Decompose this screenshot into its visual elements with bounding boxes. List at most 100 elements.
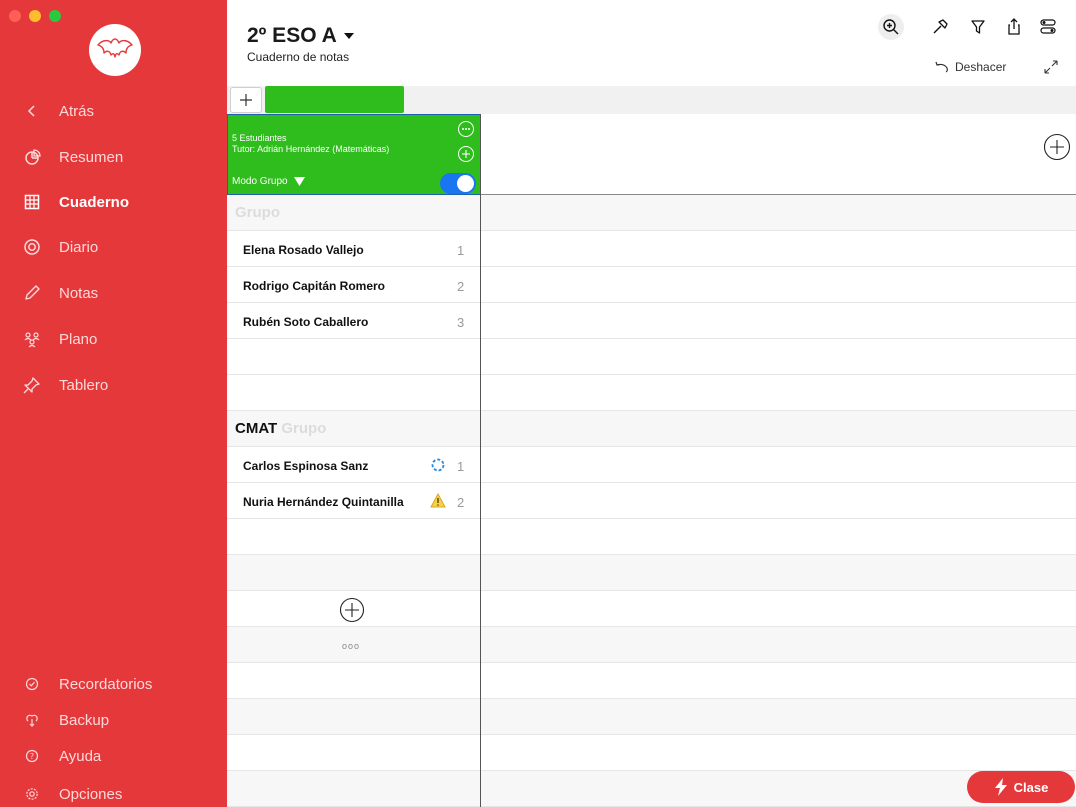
nav-backup[interactable]: Backup	[0, 703, 227, 737]
nav-label: Recordatorios	[59, 675, 153, 693]
nav-opciones[interactable]: Opciones	[0, 777, 227, 807]
nav-label: Plano	[59, 330, 98, 348]
group-mode-toggle[interactable]	[440, 173, 476, 194]
filter-icon	[971, 20, 985, 34]
empty-row	[227, 771, 1076, 807]
pie-chart-icon	[21, 146, 43, 168]
group-mode-label: Modo Grupo	[232, 176, 288, 187]
add-column-button[interactable]	[1043, 133, 1071, 166]
student-number: 2	[457, 279, 465, 294]
nav-label: Resumen	[59, 148, 124, 166]
group-header-row: Grupo	[227, 195, 1076, 231]
empty-row	[227, 375, 1076, 411]
empty-row	[227, 663, 1076, 699]
tab-active[interactable]	[265, 86, 404, 113]
more-options-dots[interactable]: ooo	[342, 641, 360, 651]
nav-cuaderno[interactable]: Cuaderno	[0, 185, 227, 219]
cloud-icon	[21, 709, 43, 731]
table-row[interactable]: Nuria Hernández Quintanilla 2	[227, 483, 1076, 519]
ellipsis-icon	[462, 128, 470, 130]
clase-button[interactable]: Clase	[967, 771, 1075, 803]
student-name: Rubén Soto Caballero	[243, 315, 369, 329]
bat-icon	[97, 38, 133, 58]
table-row[interactable]: Carlos Espinosa Sanz 1	[227, 447, 1076, 483]
nav-label: Backup	[59, 711, 110, 729]
group-header-row: CMAT Grupo	[227, 411, 1076, 447]
nav-label: Cuaderno	[59, 193, 130, 211]
svg-text:?: ?	[30, 752, 34, 761]
plus-circle-icon	[339, 597, 365, 623]
gear-icon	[21, 783, 43, 805]
toggles-icon	[1040, 19, 1056, 34]
nav-atras[interactable]: Atrás	[0, 94, 227, 128]
caret-down-icon	[343, 33, 354, 39]
table-row[interactable]: Elena Rosado Vallejo 1	[227, 231, 1076, 267]
add-student-button[interactable]	[458, 146, 474, 162]
more-options-button[interactable]	[458, 121, 474, 137]
clase-label: Clase	[1013, 779, 1049, 795]
sync-icon	[430, 457, 446, 478]
nav-label: Tablero	[59, 376, 109, 394]
hammer-icon	[933, 19, 948, 34]
lightning-icon	[994, 778, 1007, 796]
minimize-window-button[interactable]	[29, 10, 41, 22]
expand-icon	[1044, 60, 1058, 74]
zoom-window-button[interactable]	[49, 10, 61, 22]
add-tab-button[interactable]	[230, 87, 262, 113]
toggle-knob	[457, 175, 474, 192]
warning-icon	[430, 492, 446, 513]
zoom-button[interactable]	[878, 14, 904, 40]
table-row[interactable]: Rubén Soto Caballero 3	[227, 303, 1076, 339]
nav-diario[interactable]: Diario	[0, 230, 227, 264]
group-mode-selector[interactable]: Modo Grupo	[232, 176, 305, 187]
undo-label: Deshacer	[955, 60, 1007, 74]
grid-icon	[21, 191, 43, 213]
undo-icon	[935, 61, 948, 73]
nav-notas[interactable]: Notas	[0, 276, 227, 310]
student-name: Rodrigo Capitán Romero	[243, 279, 386, 293]
empty-row	[227, 699, 1076, 735]
sidebar: Atrás Resumen Cuaderno Diario Notas Plan…	[0, 0, 227, 807]
app-logo	[89, 24, 141, 76]
nav-recordatorios[interactable]: Recordatorios	[0, 667, 227, 701]
undo-button[interactable]: Deshacer	[934, 60, 1006, 74]
nav-label: Notas	[59, 284, 99, 302]
class-title: 2º ESO A	[247, 24, 337, 47]
chevron-left-icon	[21, 100, 43, 122]
nav-label: Opciones	[59, 785, 123, 803]
empty-row	[227, 555, 1076, 591]
group-title: CMAT Grupo	[235, 420, 327, 437]
zoom-in-icon	[883, 19, 899, 35]
fullscreen-button[interactable]	[1042, 58, 1060, 81]
pencil-icon	[21, 282, 43, 304]
tutor-label: Tutor: Adrián Hernández (Matemáticas)	[232, 144, 390, 154]
share-button[interactable]	[1001, 14, 1027, 40]
student-number: 1	[457, 243, 465, 258]
filter-button[interactable]	[965, 14, 991, 40]
nav-resumen[interactable]: Resumen	[0, 140, 227, 174]
share-icon	[1008, 18, 1020, 35]
class-selector[interactable]: 2º ESO A	[247, 24, 355, 48]
settings-toggle-button[interactable]	[1035, 14, 1061, 40]
plus-icon	[240, 94, 252, 106]
nav-tablero[interactable]: Tablero	[0, 368, 227, 402]
header: 2º ESO A Cuaderno de notas Deshacer	[227, 0, 1076, 86]
add-group-button[interactable]	[339, 597, 365, 628]
check-circle-icon	[21, 673, 43, 695]
nav-ayuda[interactable]: ? Ayuda	[0, 739, 227, 773]
tools-button[interactable]	[927, 14, 953, 40]
window-controls	[9, 10, 61, 22]
empty-row	[227, 735, 1076, 771]
nav-plano[interactable]: Plano	[0, 322, 227, 356]
tab-strip	[227, 86, 1076, 114]
group-card: 5 Estudiantes Tutor: Adrián Hernández (M…	[227, 114, 481, 195]
empty-row	[227, 519, 1076, 555]
empty-row	[227, 339, 1076, 375]
nav-label: Ayuda	[59, 747, 102, 765]
close-window-button[interactable]	[9, 10, 21, 22]
nav-label: Diario	[59, 238, 99, 256]
student-name: Elena Rosado Vallejo	[243, 243, 364, 257]
group-title: Grupo	[235, 204, 280, 221]
nav-label: Atrás	[59, 102, 95, 120]
table-row[interactable]: Rodrigo Capitán Romero 2	[227, 267, 1076, 303]
